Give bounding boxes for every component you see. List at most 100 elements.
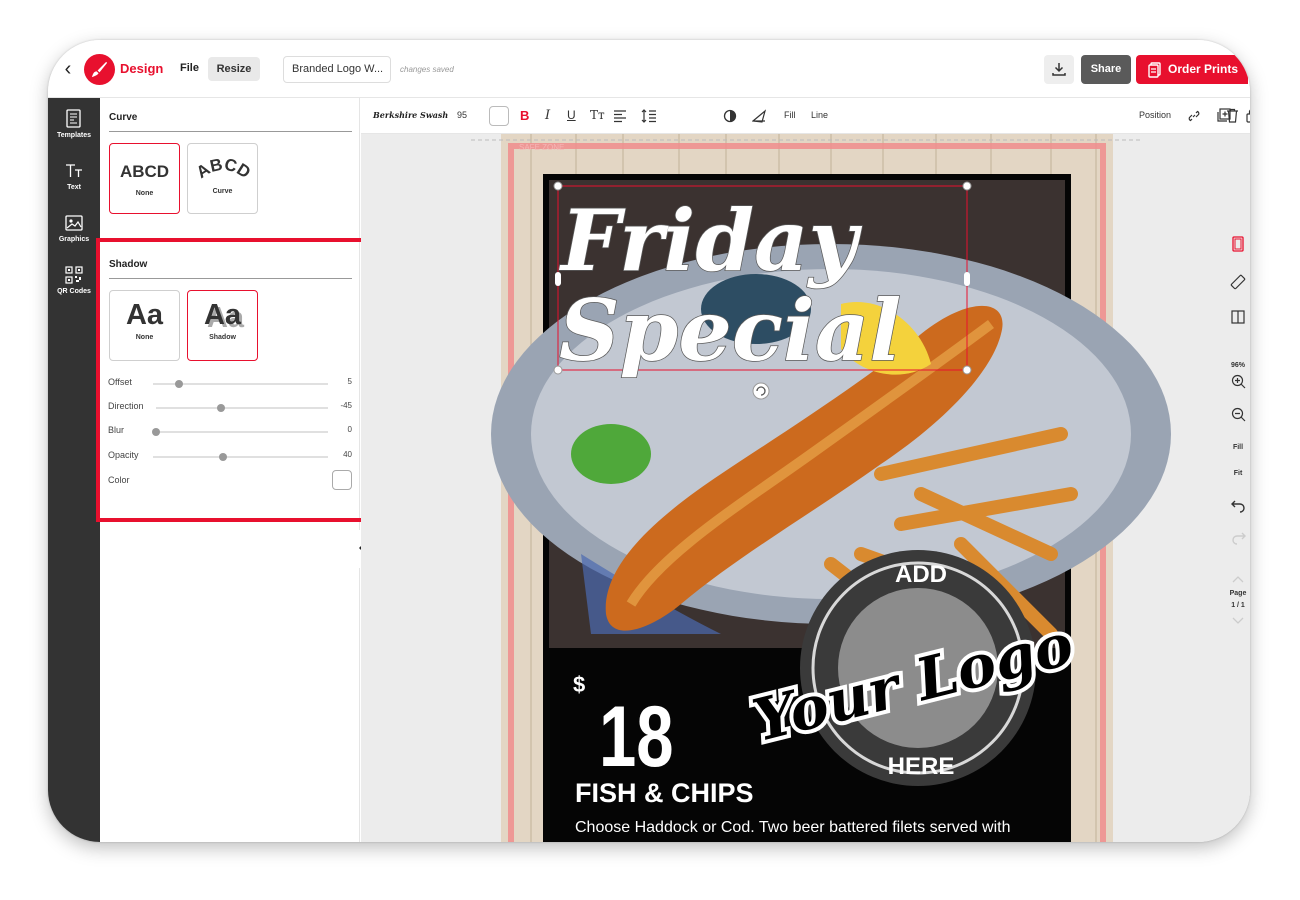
fill-button[interactable]: Fill xyxy=(784,110,796,120)
blur-value: 0 xyxy=(347,425,352,434)
brand-label: Design xyxy=(120,61,164,76)
direction-value: -45 xyxy=(340,401,352,410)
curve-option-caption: Curve xyxy=(212,188,233,195)
italic-button[interactable]: I xyxy=(545,108,550,123)
rail-item-templates[interactable]: Templates xyxy=(48,108,100,152)
curve-option-none[interactable]: ABCD None xyxy=(109,143,180,214)
bold-button[interactable]: B xyxy=(520,108,529,123)
curved-text-sample: ABCD xyxy=(193,155,254,183)
path-tool-icon[interactable] xyxy=(752,109,766,123)
opacity-label: Opacity xyxy=(108,450,139,460)
color-label: Color xyxy=(108,475,130,485)
blur-track[interactable] xyxy=(156,431,328,433)
text-color-swatch[interactable] xyxy=(489,106,509,126)
dish-description[interactable]: Choose Haddock or Cod. Two beer battered… xyxy=(575,819,1011,836)
print-order-icon xyxy=(1148,62,1161,78)
chevron-down-icon xyxy=(1232,617,1244,624)
zoom-in-icon xyxy=(1231,374,1245,389)
text-toolbar: Berkshire Swash 95 B I U Tт Fill Line Po… xyxy=(361,98,1250,134)
page-view-button[interactable] xyxy=(1225,236,1250,257)
text-case-button[interactable]: Tт xyxy=(590,108,605,122)
trash-icon[interactable] xyxy=(1226,108,1239,123)
page-icon xyxy=(1232,236,1244,252)
zoom-level-label: 96% xyxy=(1230,362,1245,369)
document-name-input[interactable]: Branded Logo W... xyxy=(283,56,391,83)
download-icon xyxy=(1052,63,1066,76)
ruler-button[interactable] xyxy=(1225,274,1250,295)
rotate-handle-icon[interactable] xyxy=(752,382,770,400)
rail-label-qr-codes: QR Codes xyxy=(57,288,91,295)
page-indicator: Page 1 / 1 xyxy=(1225,586,1250,610)
safe-zone-label: SAFE ZONE xyxy=(519,143,564,152)
line-button[interactable]: Line xyxy=(811,110,828,120)
align-left-icon[interactable] xyxy=(613,109,627,123)
zoom-out-button[interactable] xyxy=(1225,407,1250,427)
page-label: Page xyxy=(1229,590,1247,597)
chevron-up-icon xyxy=(1232,576,1244,583)
offset-value: 5 xyxy=(347,377,352,386)
right-toolbar: 96% Fill Fit Page 1 / 1 xyxy=(1225,230,1250,640)
curve-divider xyxy=(109,131,352,132)
lock-icon[interactable] xyxy=(1245,108,1250,123)
mushy-peas xyxy=(571,424,651,484)
price-currency[interactable]: $ xyxy=(573,672,585,697)
qr-code-icon xyxy=(65,266,83,284)
zoom-fill-label: Fill xyxy=(1232,444,1244,451)
zoom-fill-button[interactable]: Fill xyxy=(1225,436,1250,454)
back-arrow-icon[interactable]: ‹ xyxy=(58,58,78,80)
contrast-icon[interactable] xyxy=(723,109,737,123)
headline-special[interactable]: Special xyxy=(558,280,902,381)
direction-slider[interactable]: Direction -45 xyxy=(108,401,352,415)
app-window: ‹ Design File Resize Branded Logo W... c… xyxy=(48,40,1250,842)
share-button[interactable]: Share xyxy=(1081,55,1131,84)
blur-knob[interactable] xyxy=(152,428,160,436)
price-value[interactable]: 18 xyxy=(599,689,674,785)
order-prints-button[interactable]: Order Prints xyxy=(1136,55,1248,84)
graphics-icon xyxy=(65,215,83,231)
direction-knob[interactable] xyxy=(217,404,226,412)
file-menu[interactable]: File xyxy=(180,62,199,74)
shadow-color-swatch[interactable] xyxy=(332,470,352,490)
underline-button[interactable]: U xyxy=(567,108,576,122)
headline-friday[interactable]: Friday xyxy=(558,190,863,291)
line-spacing-icon[interactable] xyxy=(641,108,657,124)
font-family-select[interactable]: Berkshire Swash xyxy=(373,110,448,120)
direction-label: Direction xyxy=(108,401,144,411)
design-canvas[interactable]: SAFE ZONE Friday Special $ 18 FISH & CHI… xyxy=(361,134,1250,842)
text-icon xyxy=(66,164,82,177)
ruler-icon xyxy=(1230,274,1246,290)
offset-knob[interactable] xyxy=(175,380,184,388)
zoom-in-button[interactable] xyxy=(1225,374,1250,394)
columns-button[interactable] xyxy=(1225,310,1250,329)
top-bar: ‹ Design File Resize Branded Logo W... c… xyxy=(48,40,1250,98)
direction-track[interactable] xyxy=(156,407,328,409)
font-size-input[interactable]: 95 xyxy=(457,110,467,120)
rail-item-qr-codes[interactable]: QR Codes xyxy=(48,264,100,308)
undo-button[interactable] xyxy=(1225,498,1250,518)
zoom-fit-button[interactable]: Fit xyxy=(1225,462,1250,480)
canvas-artwork: SAFE ZONE Friday Special $ 18 FISH & CHI… xyxy=(471,134,1171,842)
opacity-slider[interactable]: Opacity 40 xyxy=(108,450,352,464)
redo-button[interactable] xyxy=(1225,530,1250,550)
resize-button[interactable]: Resize xyxy=(208,57,260,81)
rail-item-text[interactable]: Text xyxy=(48,160,100,204)
zoom-fit-label: Fit xyxy=(1233,470,1243,477)
link-icon[interactable] xyxy=(1187,109,1201,123)
templates-icon xyxy=(66,109,81,128)
download-button[interactable] xyxy=(1044,55,1074,84)
rail-item-graphics[interactable]: Graphics xyxy=(48,212,100,256)
page-down-button[interactable] xyxy=(1225,612,1250,630)
curve-section-title: Curve xyxy=(109,112,138,123)
undo-icon xyxy=(1230,500,1245,513)
curve-option-curve[interactable]: ABCD Curve xyxy=(187,143,258,214)
opacity-value: 40 xyxy=(343,450,352,459)
order-prints-label: Order Prints xyxy=(1168,62,1239,76)
zoom-level: 96% xyxy=(1225,354,1250,372)
offset-slider[interactable]: Offset 5 xyxy=(108,377,352,391)
opacity-track[interactable] xyxy=(153,456,328,458)
position-button[interactable]: Position xyxy=(1139,110,1171,120)
opacity-knob[interactable] xyxy=(219,453,227,461)
dish-name[interactable]: FISH & CHIPS xyxy=(575,778,754,808)
redo-icon xyxy=(1231,532,1246,545)
blur-slider[interactable]: Blur 0 xyxy=(108,425,352,439)
